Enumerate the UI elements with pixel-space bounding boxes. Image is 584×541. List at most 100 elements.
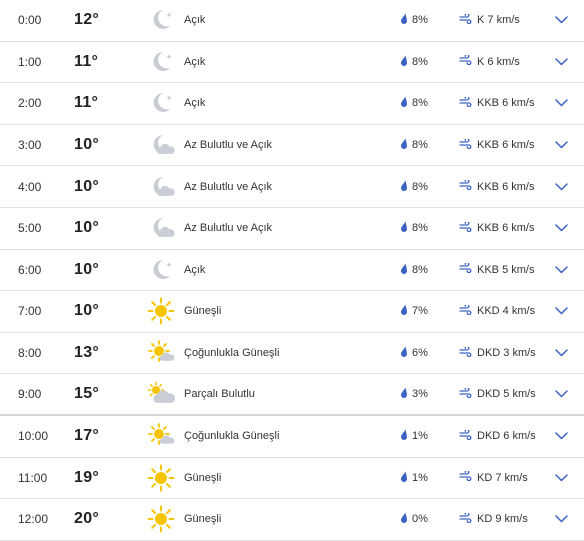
wind-icon xyxy=(459,262,472,276)
row-condition: Açık xyxy=(184,97,206,110)
row-wind: K 6 km/s xyxy=(459,42,520,83)
raindrop-icon xyxy=(400,387,408,401)
wind-value: KKB 6 km/s xyxy=(477,222,535,235)
forecast-row[interactable]: 0:00 12° Açık 8% K 7 km/s xyxy=(0,0,584,42)
moon-cloud-icon xyxy=(146,166,176,207)
row-precipitation: 7% xyxy=(400,291,428,332)
row-condition: Güneşli xyxy=(184,471,222,484)
wind-icon xyxy=(459,303,472,318)
moon-icon xyxy=(146,42,176,83)
row-wind: KKB 6 km/s xyxy=(459,83,534,124)
sun-cloud-icon xyxy=(146,333,176,374)
forecast-row[interactable]: 5:00 10° Az Bulutlu ve Açık 8% KKB 6 km/… xyxy=(0,208,584,250)
raindrop-icon xyxy=(400,221,408,235)
hourly-forecast-list: 0:00 12° Açık 8% K 7 km/s 1:00 11° Açık … xyxy=(0,0,584,541)
row-time: 4:00 xyxy=(18,179,42,194)
sun-icon xyxy=(146,499,176,540)
row-precipitation: 0% xyxy=(400,499,428,540)
wind-value: KD 7 km/s xyxy=(477,471,528,484)
row-time: 6:00 xyxy=(18,262,42,277)
row-wind: KKB 5 km/s xyxy=(459,250,534,291)
expand-chevron-down-icon[interactable] xyxy=(552,208,570,249)
expand-chevron-down-icon[interactable] xyxy=(552,458,570,499)
expand-chevron-down-icon[interactable] xyxy=(552,499,570,540)
wind-value: DKD 6 km/s xyxy=(477,430,536,443)
row-time: 1:00 xyxy=(18,54,42,69)
row-wind: KKB 6 km/s xyxy=(459,166,534,207)
precip-value: 1% xyxy=(412,430,428,443)
precip-value: 8% xyxy=(412,14,428,27)
row-condition: Açık xyxy=(184,263,206,276)
raindrop-icon xyxy=(400,471,408,485)
row-time: 3:00 xyxy=(18,138,42,153)
wind-icon xyxy=(459,386,472,401)
row-temperature: 12° xyxy=(74,11,100,29)
expand-chevron-down-icon[interactable] xyxy=(552,0,570,41)
forecast-row[interactable]: 6:00 10° Açık 8% KKB 5 km/s xyxy=(0,250,584,292)
forecast-row[interactable]: 10:00 17° Çoğunlukla Güneşli 1% DKD 6 km… xyxy=(0,416,584,458)
row-time: 7:00 xyxy=(18,304,42,319)
row-temperature: 10° xyxy=(74,260,100,278)
wind-value: KKB 6 km/s xyxy=(477,180,535,193)
forecast-row[interactable]: 4:00 10° Az Bulutlu ve Açık 8% KKB 6 km/… xyxy=(0,166,584,208)
sun-cloud-icon xyxy=(146,416,176,457)
forecast-row[interactable]: 3:00 10° Az Bulutlu ve Açık 8% KKB 6 km/… xyxy=(0,125,584,167)
row-time: 11:00 xyxy=(18,470,48,485)
row-precipitation: 1% xyxy=(400,416,428,457)
forecast-row[interactable]: 1:00 11° Açık 8% K 6 km/s xyxy=(0,42,584,84)
row-condition: Çoğunlukla Güneşli xyxy=(184,347,280,360)
moon-icon xyxy=(146,83,176,124)
expand-chevron-down-icon[interactable] xyxy=(552,416,570,457)
expand-chevron-down-icon[interactable] xyxy=(552,125,570,166)
row-precipitation: 6% xyxy=(400,333,428,374)
row-temperature: 10° xyxy=(74,177,100,195)
cloud-sun-icon xyxy=(146,374,176,414)
row-precipitation: 8% xyxy=(400,42,428,83)
row-condition: Az Bulutlu ve Açık xyxy=(184,139,273,152)
wind-value: DKD 3 km/s xyxy=(477,347,536,360)
row-temperature: 10° xyxy=(74,219,100,237)
row-temperature: 11° xyxy=(74,94,99,112)
row-wind: DKD 3 km/s xyxy=(459,333,536,374)
row-time: 12:00 xyxy=(18,512,49,527)
wind-value: KKB 6 km/s xyxy=(477,97,535,110)
raindrop-icon xyxy=(400,138,408,152)
forecast-row[interactable]: 8:00 13° Çoğunlukla Güneşli 6% DKD 3 km/… xyxy=(0,333,584,375)
wind-icon xyxy=(459,12,472,27)
row-wind: DKD 5 km/s xyxy=(459,374,536,414)
row-temperature: 10° xyxy=(74,136,100,154)
precip-value: 3% xyxy=(412,388,428,401)
forecast-row[interactable]: 11:00 19° Güneşli 1% KD 7 km/s xyxy=(0,458,584,500)
precip-value: 7% xyxy=(412,305,428,318)
expand-chevron-down-icon[interactable] xyxy=(552,42,570,83)
moon-cloud-icon xyxy=(146,125,176,166)
raindrop-icon xyxy=(400,96,408,110)
precip-value: 0% xyxy=(412,513,428,526)
row-wind: DKD 6 km/s xyxy=(459,416,536,457)
expand-chevron-down-icon[interactable] xyxy=(552,291,570,332)
row-time: 8:00 xyxy=(18,346,42,361)
row-wind: KKB 6 km/s xyxy=(459,125,534,166)
row-wind: KKD 4 km/s xyxy=(459,291,535,332)
precip-value: 8% xyxy=(412,55,428,68)
expand-chevron-down-icon[interactable] xyxy=(552,250,570,291)
moon-icon xyxy=(146,250,176,291)
expand-chevron-down-icon[interactable] xyxy=(552,374,570,414)
wind-icon xyxy=(459,470,472,484)
wind-icon xyxy=(459,137,472,152)
expand-chevron-down-icon[interactable] xyxy=(552,166,570,207)
expand-chevron-down-icon[interactable] xyxy=(552,333,570,374)
wind-icon xyxy=(459,54,472,68)
wind-value: KD 9 km/s xyxy=(477,513,528,526)
row-time: 2:00 xyxy=(18,96,42,111)
wind-value: K 6 km/s xyxy=(477,55,520,68)
forecast-row[interactable]: 9:00 15° Parçalı Bulutlu 3% DKD 5 km/s xyxy=(0,374,584,416)
row-condition: Güneşli xyxy=(184,305,222,318)
forecast-row[interactable]: 7:00 10° Güneşli 7% KKD 4 km/s xyxy=(0,291,584,333)
forecast-row[interactable]: 2:00 11° Açık 8% KKB 6 km/s xyxy=(0,83,584,125)
forecast-row[interactable]: 12:00 20° Güneşli 0% KD 9 km/s xyxy=(0,499,584,541)
row-precipitation: 8% xyxy=(400,125,428,166)
expand-chevron-down-icon[interactable] xyxy=(552,83,570,124)
row-temperature: 15° xyxy=(74,385,100,403)
precip-value: 8% xyxy=(412,97,428,110)
